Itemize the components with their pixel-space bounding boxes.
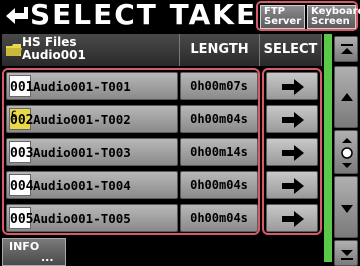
take-name-cell[interactable]: 001 Audio001-T001 xyxy=(6,72,178,100)
right-arrow-icon xyxy=(282,79,304,95)
take-file-icon: 004 xyxy=(9,174,34,196)
select-take-button[interactable] xyxy=(266,72,318,100)
folder-icon xyxy=(6,44,22,56)
take-length: 0h00m07s xyxy=(180,72,258,100)
take-name: Audio001-T003 xyxy=(33,145,131,160)
keyboard-screen-button[interactable]: Keyboard Screen xyxy=(307,5,360,29)
take-number: 005 xyxy=(10,212,34,227)
take-file-icon: C 002 xyxy=(9,108,33,130)
take-number: 004 xyxy=(10,179,34,194)
scroll-up-button[interactable] xyxy=(334,66,358,128)
scroll-track xyxy=(324,34,332,262)
page-title: SELECT TAKE xyxy=(30,0,258,31)
select-take-button[interactable] xyxy=(266,105,318,133)
scroll-down-button[interactable] xyxy=(334,176,358,238)
take-file-icon: 001 xyxy=(9,75,34,97)
select-take-screen: SELECT TAKE FTP Server Keyboard Screen H… xyxy=(0,0,360,266)
scroll-position-indicator[interactable] xyxy=(334,130,358,174)
info-button[interactable]: INFO ... xyxy=(2,238,66,266)
select-column-header: SELECT xyxy=(260,34,322,66)
scroll-controls xyxy=(334,34,360,266)
info-ellipsis: ... xyxy=(41,251,54,264)
ftp-server-button[interactable]: FTP Server xyxy=(260,5,305,29)
scroll-bottom-button[interactable] xyxy=(334,240,358,266)
select-take-button[interactable] xyxy=(266,204,318,232)
right-arrow-icon xyxy=(282,145,304,161)
take-name: Audio001-T001 xyxy=(33,79,131,94)
take-name-cell[interactable]: C 002 Audio001-T002 xyxy=(6,105,178,133)
header: SELECT TAKE FTP Server Keyboard Screen xyxy=(0,0,360,32)
take-name-cell[interactable]: 004 Audio001-T004 xyxy=(6,171,178,199)
right-arrow-icon xyxy=(282,178,304,194)
select-take-button[interactable] xyxy=(266,171,318,199)
take-name: Audio001-T005 xyxy=(33,211,131,226)
take-file-icon: 003 xyxy=(9,141,34,163)
length-column-header: LENGTH xyxy=(180,34,260,66)
take-number: 003 xyxy=(10,146,34,161)
right-arrow-icon xyxy=(282,112,304,128)
folder-subname: Audio001 xyxy=(22,48,86,62)
take-name-cell[interactable]: 003 Audio001-T003 xyxy=(6,138,178,166)
scroll-bottom-icon xyxy=(341,250,353,260)
take-length: 0h00m04s xyxy=(180,171,258,199)
current-take-mark: C xyxy=(11,110,17,120)
take-length: 0h00m14s xyxy=(180,138,258,166)
header-button-group: FTP Server Keyboard Screen xyxy=(256,1,360,31)
right-arrow-icon xyxy=(282,211,304,227)
back-arrow-icon[interactable] xyxy=(4,5,30,27)
scroll-top-icon xyxy=(341,44,353,54)
take-name: Audio001-T004 xyxy=(33,178,131,193)
take-number: 001 xyxy=(10,80,34,95)
take-file-icon: 005 xyxy=(9,207,34,229)
take-length: 0h00m04s xyxy=(180,204,258,232)
scroll-top-button[interactable] xyxy=(334,36,358,62)
take-length: 0h00m04s xyxy=(180,105,258,133)
take-name: Audio001-T002 xyxy=(33,112,131,127)
take-name-cell[interactable]: 005 Audio001-T005 xyxy=(6,204,178,232)
scroll-up-icon xyxy=(341,93,353,101)
scroll-down-icon xyxy=(341,205,353,213)
folder-header[interactable]: HS Files Audio001 xyxy=(2,34,180,66)
info-label: INFO xyxy=(9,240,40,253)
scroll-thumb-icon xyxy=(341,138,353,168)
select-take-button[interactable] xyxy=(266,138,318,166)
